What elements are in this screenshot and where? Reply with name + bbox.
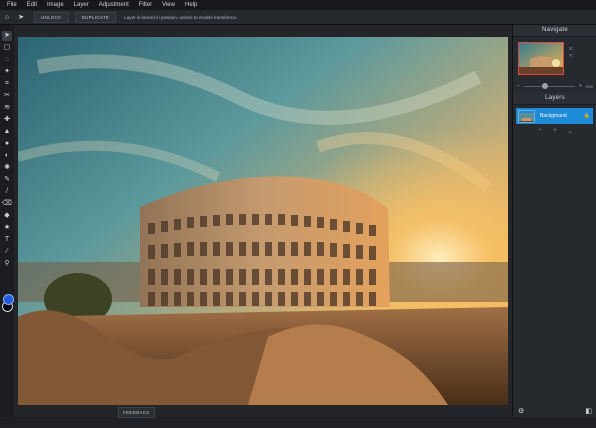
settings-icon[interactable]: ⚙ [518,407,524,415]
menu-file[interactable]: File [7,0,17,10]
options-bar: ⌂ ➤ UNLOCK DUPLICATE Layer is locked in … [0,10,596,25]
zoom-slider-handle[interactable] [541,82,548,89]
eraser-tool-icon[interactable]: ⌫ [2,199,12,209]
text-tool-icon[interactable]: T [2,235,12,245]
x-coord-label: X: [569,46,574,51]
eyedropper-tool-icon[interactable]: ⁄ [2,247,12,257]
move-layer-down-icon[interactable]: ⌄ [568,128,573,135]
zoom-out-button[interactable]: − [517,83,520,89]
layer-actions: ⌃ + ⌄ [513,128,596,135]
panel-bottom-bar: ⚙ ◧ [513,405,596,417]
y-coord-label: Y: [569,53,574,58]
sponge-tool-icon[interactable]: ◐ [2,151,12,161]
tool-bar: ➤ ▢ ◌ ✦ ⌗ ✂ ≋ ✚ ▲ ● ◐ ✺ ✎ / ⌫ ◆ ★ T ⁄ ⚲ [0,25,14,417]
menu-image[interactable]: Image [47,0,64,10]
home-icon[interactable]: ⌂ [0,10,14,24]
menu-help[interactable]: Help [185,0,197,10]
zoom-in-button[interactable]: + [579,83,582,89]
brush-tool-icon[interactable]: / [2,187,12,197]
dodge-tool-icon[interactable]: ✺ [2,163,12,173]
canvas-workspace [14,25,512,417]
blur-tool-icon[interactable]: ● [2,139,12,149]
pen-tool-icon[interactable]: ✎ [2,175,12,185]
colosseum-photo [18,37,508,405]
canvas-image[interactable] [18,37,508,428]
layer-name: Background [540,113,567,119]
layer-item-background[interactable]: Background 🔒 [516,108,593,124]
lock-icon[interactable]: 🔒 [584,113,590,119]
navigate-thumbnail[interactable] [518,42,564,75]
add-layer-icon[interactable]: + [553,128,557,135]
menu-filter[interactable]: Filter [139,0,152,10]
fill-tool-icon[interactable]: ◆ [2,211,12,221]
feedback-button[interactable]: FEEDBACK [118,407,155,418]
lock-message: Layer is locked in position, unlock to e… [124,14,238,20]
collapse-panel-icon[interactable]: ◧ [585,407,592,415]
stamp-tool-icon[interactable]: ▲ [2,127,12,137]
navigate-coords: X: Y: [569,45,573,59]
layers-title: Layers [513,93,596,105]
navigate-title: Navigate [513,25,596,37]
duplicate-button[interactable]: DUPLICATE [74,11,117,23]
right-panel: Navigate X: Y: − + 75% Layers Background… [512,25,596,417]
magic-wand-icon[interactable]: ✦ [2,67,12,77]
thumbnail-image [518,42,564,75]
shape-tool-icon[interactable]: ★ [2,223,12,233]
move-tool-icon[interactable]: ➤ [14,10,28,24]
menu-edit[interactable]: Edit [27,0,37,10]
zoom-slider[interactable] [523,82,576,89]
zoom-value: 75% [584,83,593,89]
menu-bar: File Edit Image Layer Adjustment Filter … [0,0,596,10]
healing-tool-icon[interactable]: ✚ [2,115,12,125]
menu-adjustment[interactable]: Adjustment [99,0,129,10]
unlock-button[interactable]: UNLOCK [34,11,69,23]
move-layer-up-icon[interactable]: ⌃ [537,128,542,135]
foreground-color-swatch[interactable] [3,294,14,305]
zoom-row: − + 75% [517,82,593,90]
crop-tool-icon[interactable]: ⌗ [2,79,12,89]
move-tool-icon[interactable]: ➤ [2,31,12,41]
layer-thumbnail [518,109,535,123]
cut-tool-icon[interactable]: ✂ [2,91,12,101]
liquify-tool-icon[interactable]: ≋ [2,103,12,113]
lasso-tool-icon[interactable]: ◌ [2,55,12,65]
marquee-tool-icon[interactable]: ▢ [2,43,12,53]
menu-view[interactable]: View [162,0,175,10]
menu-layer[interactable]: Layer [74,0,89,10]
zoom-tool-icon[interactable]: ⚲ [2,259,12,269]
